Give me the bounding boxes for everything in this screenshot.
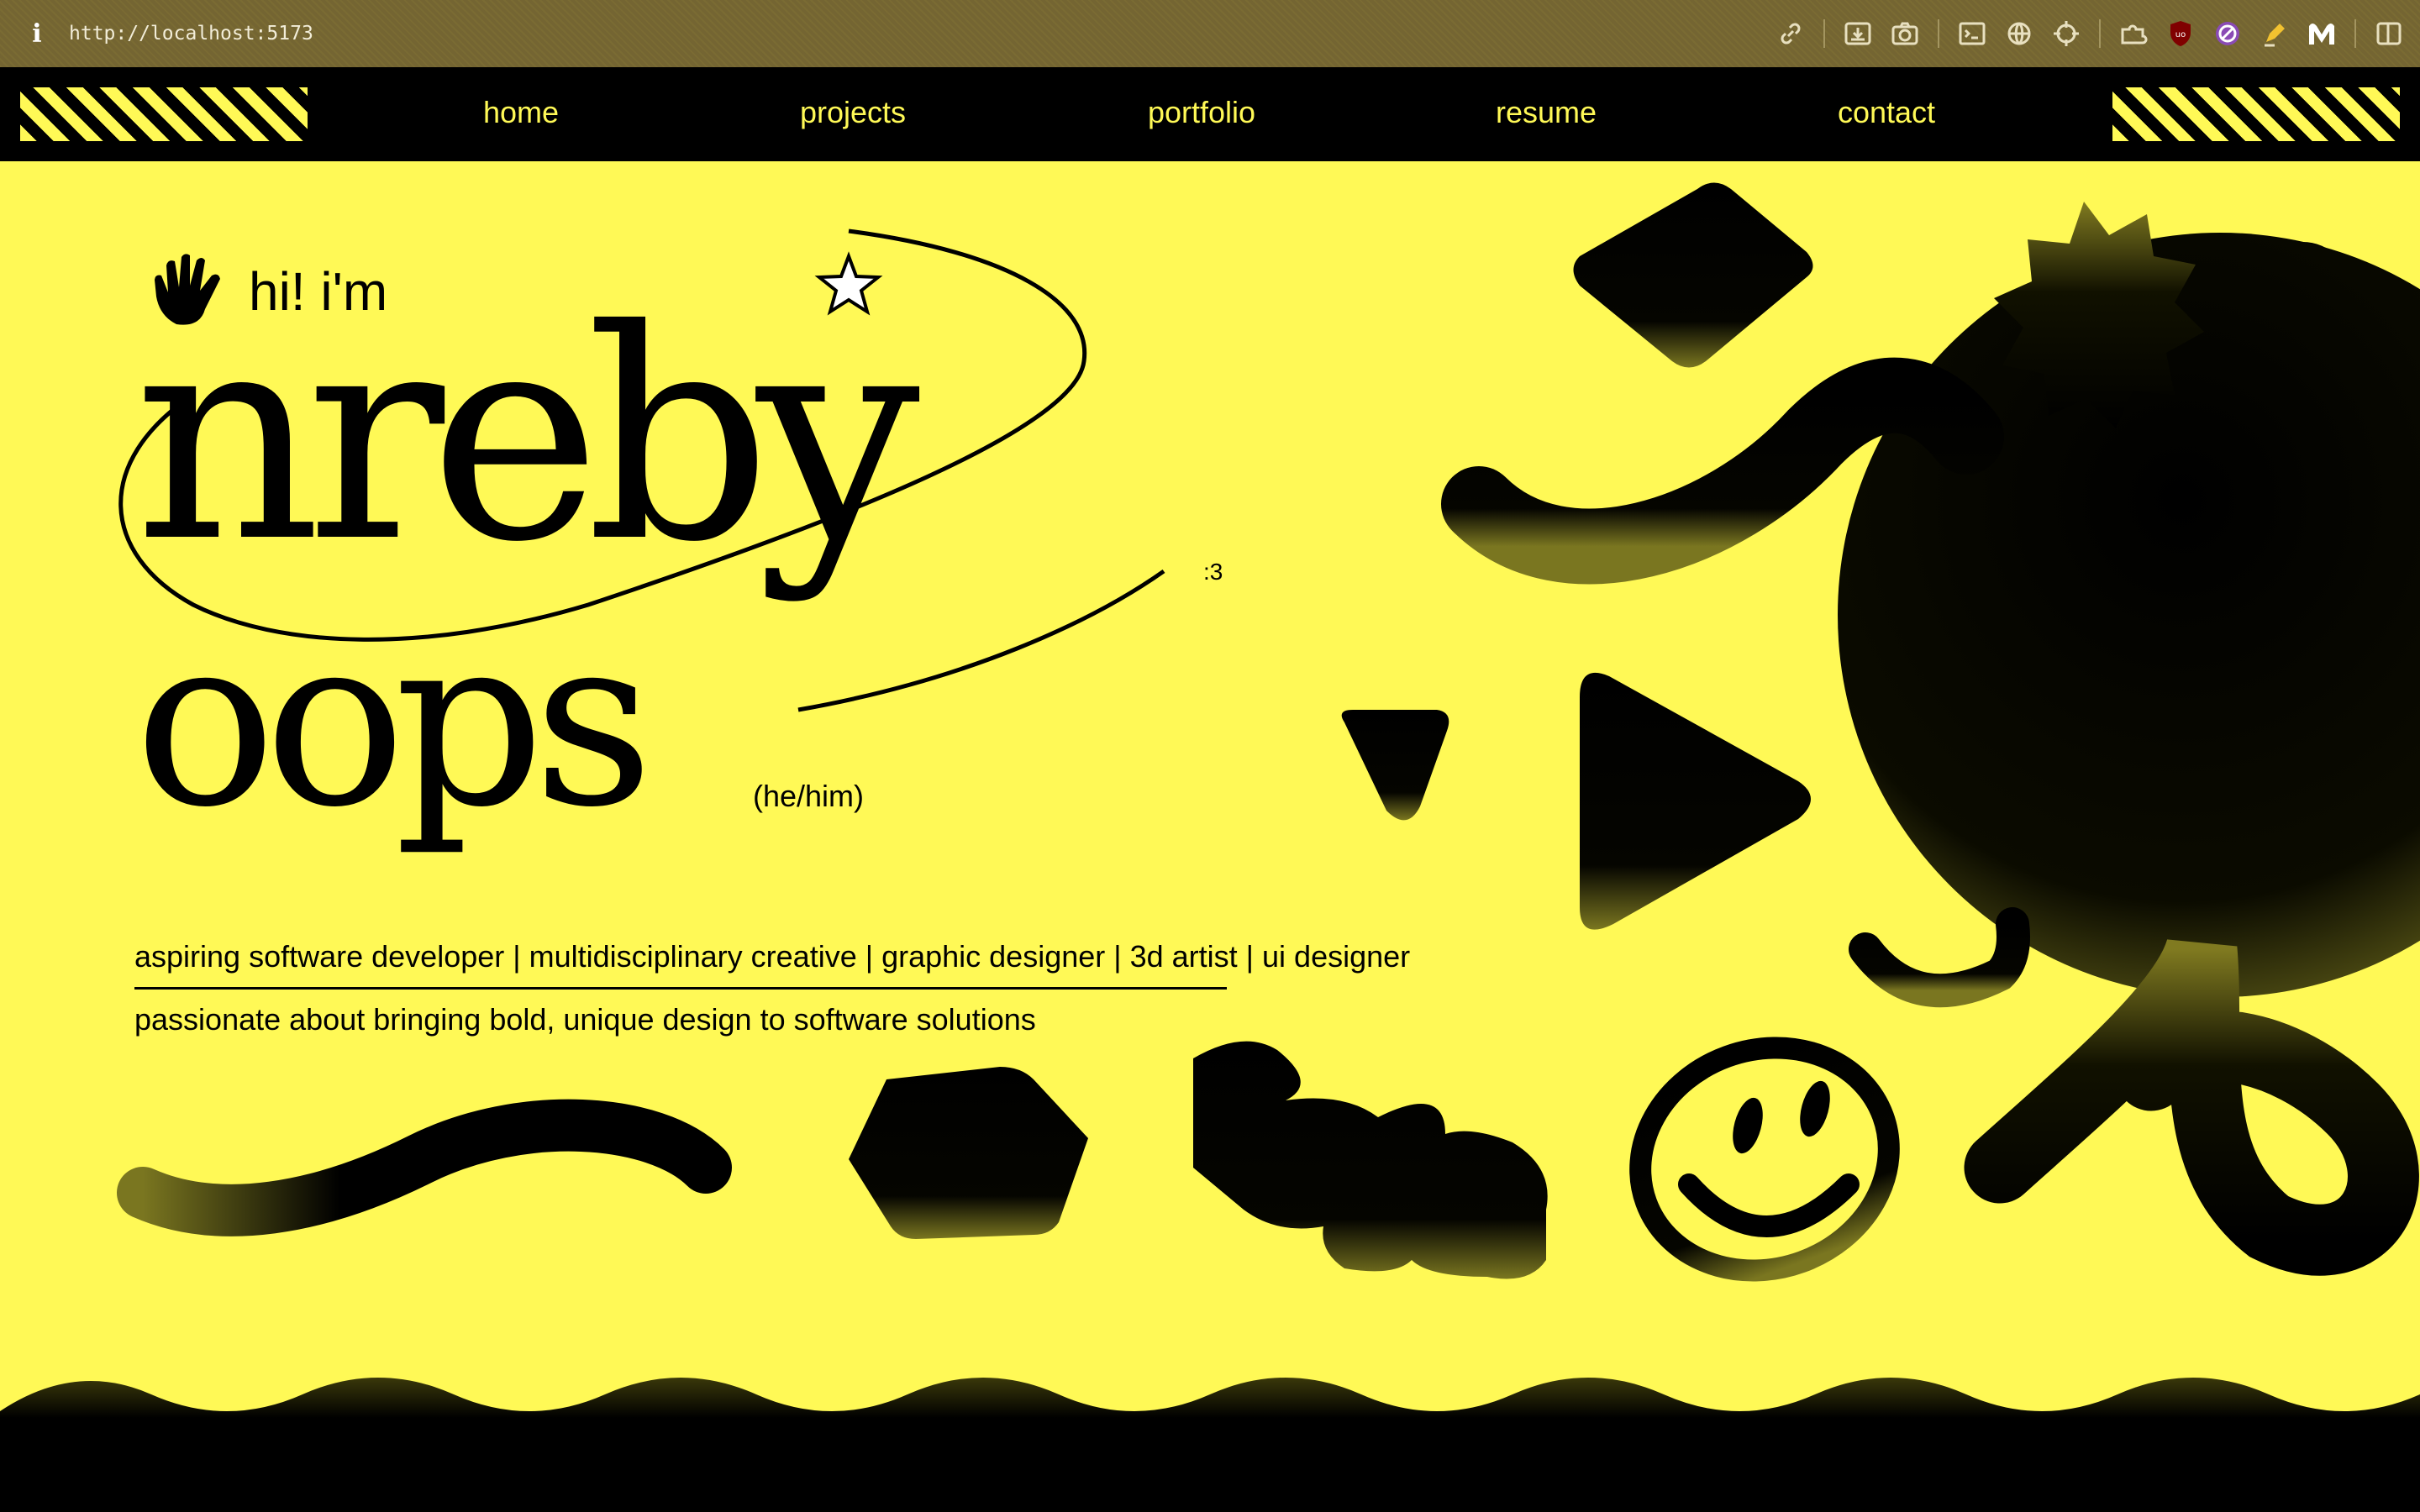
diamond-shape [1573, 182, 1813, 368]
hero-last-name: oops [134, 585, 654, 859]
loop-tube-shape [1964, 937, 2419, 1276]
pronouns-text: (he/him) [753, 779, 865, 813]
hexagon-shape [849, 1067, 1088, 1239]
wave-footer-shape [0, 1378, 2420, 1512]
hero-first-name: nreby [134, 269, 920, 606]
wave-tube-shape [117, 1099, 732, 1236]
small-triangle-shape [1341, 710, 1449, 821]
smiley-icon [1629, 1037, 1900, 1282]
face-emoticon: :3 [1203, 559, 1223, 585]
play-triangle-shape [1580, 672, 1811, 930]
roles-divider [134, 987, 1227, 990]
roles-text: aspiring software developer | multidisci… [134, 939, 1411, 974]
tagline-text: passionate about bringing bold, unique d… [134, 1002, 1036, 1037]
arc-shape [1849, 907, 2030, 1008]
squiggle-block-shape [1193, 1041, 1548, 1279]
